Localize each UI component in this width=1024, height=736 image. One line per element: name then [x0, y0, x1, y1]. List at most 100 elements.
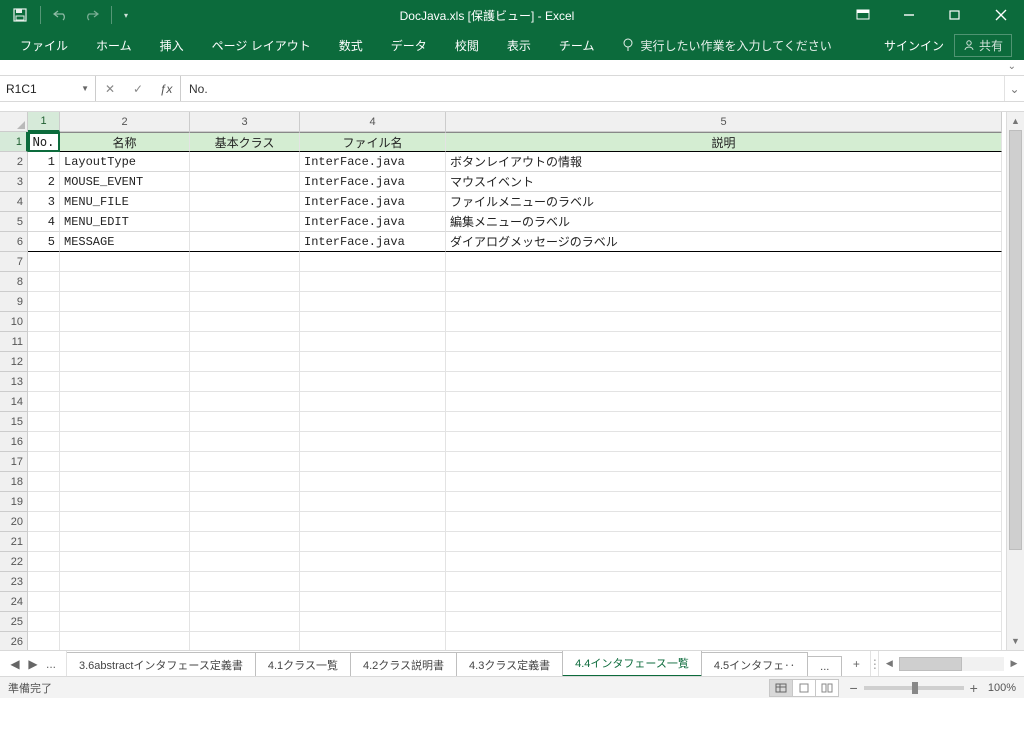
cell[interactable] — [446, 372, 1002, 392]
cell[interactable] — [446, 532, 1002, 552]
cell[interactable] — [300, 632, 446, 650]
cell[interactable] — [300, 532, 446, 552]
cell[interactable] — [446, 352, 1002, 372]
sheet-tab[interactable]: 4.3クラス定義書 — [456, 652, 563, 676]
cell[interactable] — [60, 512, 190, 532]
cell[interactable]: LayoutType — [60, 152, 190, 172]
cell[interactable] — [446, 312, 1002, 332]
cell[interactable] — [300, 292, 446, 312]
cell[interactable]: 1 — [28, 152, 60, 172]
cell[interactable]: InterFace.java — [300, 152, 446, 172]
scroll-down-icon[interactable]: ▼ — [1007, 632, 1024, 650]
cell[interactable] — [300, 472, 446, 492]
cell[interactable] — [300, 412, 446, 432]
cell[interactable] — [28, 432, 60, 452]
cell[interactable] — [300, 352, 446, 372]
new-sheet-button[interactable]: + — [842, 651, 870, 676]
row-header[interactable]: 11 — [0, 332, 28, 352]
sheet-tab[interactable]: 3.6abstractインタフェース定義書 — [67, 652, 256, 676]
view-pagelayout-button[interactable] — [792, 679, 816, 697]
cell[interactable] — [446, 252, 1002, 272]
cell[interactable] — [190, 552, 300, 572]
cell[interactable]: ファイルメニューのラベル — [446, 192, 1002, 212]
cell[interactable] — [60, 472, 190, 492]
cell[interactable]: 2 — [28, 172, 60, 192]
zoom-thumb[interactable] — [912, 682, 918, 694]
ribbon-collapse-caret-icon[interactable]: ⌄ — [1008, 61, 1016, 72]
cell[interactable] — [300, 492, 446, 512]
sheet-tab[interactable]: 4.4インタフェース一覧 — [562, 651, 702, 676]
cell[interactable]: MENU_FILE — [60, 192, 190, 212]
cell[interactable] — [28, 532, 60, 552]
cell[interactable] — [28, 272, 60, 292]
cell[interactable]: InterFace.java — [300, 172, 446, 192]
row-header[interactable]: 22 — [0, 552, 28, 572]
cell[interactable] — [60, 312, 190, 332]
cell[interactable] — [300, 432, 446, 452]
zoom-level[interactable]: 100% — [988, 682, 1016, 694]
cell[interactable] — [60, 492, 190, 512]
row-header[interactable]: 9 — [0, 292, 28, 312]
tab-review[interactable]: 校閲 — [441, 30, 493, 60]
cell[interactable]: 編集メニューのラベル — [446, 212, 1002, 232]
select-all-button[interactable] — [0, 112, 28, 132]
cell[interactable] — [190, 252, 300, 272]
cell[interactable] — [190, 452, 300, 472]
tab-file[interactable]: ファイル — [6, 30, 82, 60]
sheet-tab[interactable]: 4.1クラス一覧 — [255, 652, 351, 676]
scroll-thumb[interactable] — [1009, 130, 1022, 550]
cell[interactable] — [300, 332, 446, 352]
confirm-formula-button[interactable]: ✓ — [124, 82, 152, 96]
hscroll-left-icon[interactable]: ◀ — [881, 658, 897, 669]
cell[interactable] — [190, 572, 300, 592]
scroll-track[interactable] — [1007, 130, 1024, 632]
cell[interactable] — [190, 372, 300, 392]
sheet-tab-more[interactable]: ... — [807, 656, 842, 676]
cell[interactable] — [190, 212, 300, 232]
sheet-tab[interactable]: 4.2クラス説明書 — [350, 652, 457, 676]
cell[interactable] — [60, 372, 190, 392]
row-header[interactable]: 3 — [0, 172, 28, 192]
grid[interactable]: 12345 1No.名称基本クラスファイル名説明21LayoutTypeInte… — [0, 112, 1006, 650]
cell[interactable] — [60, 252, 190, 272]
cell[interactable] — [190, 432, 300, 452]
cell[interactable] — [60, 452, 190, 472]
row-header[interactable]: 5 — [0, 212, 28, 232]
cell[interactable]: 説明 — [446, 132, 1002, 152]
cell[interactable] — [60, 572, 190, 592]
hscroll-thumb[interactable] — [899, 657, 962, 671]
save-button[interactable] — [6, 2, 34, 28]
row-header[interactable]: 14 — [0, 392, 28, 412]
cell[interactable]: InterFace.java — [300, 192, 446, 212]
cell[interactable] — [60, 292, 190, 312]
cell[interactable] — [446, 272, 1002, 292]
cell[interactable] — [28, 312, 60, 332]
maximize-button[interactable] — [932, 0, 978, 30]
row-header[interactable]: 21 — [0, 532, 28, 552]
tab-pagelayout[interactable]: ページ レイアウト — [198, 30, 325, 60]
row-header[interactable]: 25 — [0, 612, 28, 632]
row-header[interactable]: 20 — [0, 512, 28, 532]
cell[interactable] — [28, 492, 60, 512]
cell[interactable] — [300, 512, 446, 532]
cell[interactable] — [190, 352, 300, 372]
cell[interactable] — [28, 392, 60, 412]
cell[interactable] — [446, 332, 1002, 352]
cell[interactable]: 5 — [28, 232, 60, 252]
view-normal-button[interactable] — [769, 679, 793, 697]
tab-view[interactable]: 表示 — [493, 30, 545, 60]
cell[interactable] — [28, 592, 60, 612]
row-header[interactable]: 13 — [0, 372, 28, 392]
ribbon-options-button[interactable] — [840, 0, 886, 30]
tab-team[interactable]: チーム — [545, 30, 609, 60]
column-header[interactable]: 5 — [446, 112, 1002, 132]
cell[interactable]: 名称 — [60, 132, 190, 152]
cell[interactable] — [28, 512, 60, 532]
cell[interactable] — [28, 632, 60, 650]
qat-customize-button[interactable]: ▾ — [118, 2, 134, 28]
cell[interactable] — [300, 572, 446, 592]
cell[interactable]: No. — [28, 132, 60, 152]
cell[interactable] — [446, 572, 1002, 592]
column-header[interactable]: 4 — [300, 112, 446, 132]
sheet-nav-next-icon[interactable]: ▶ — [26, 657, 40, 671]
